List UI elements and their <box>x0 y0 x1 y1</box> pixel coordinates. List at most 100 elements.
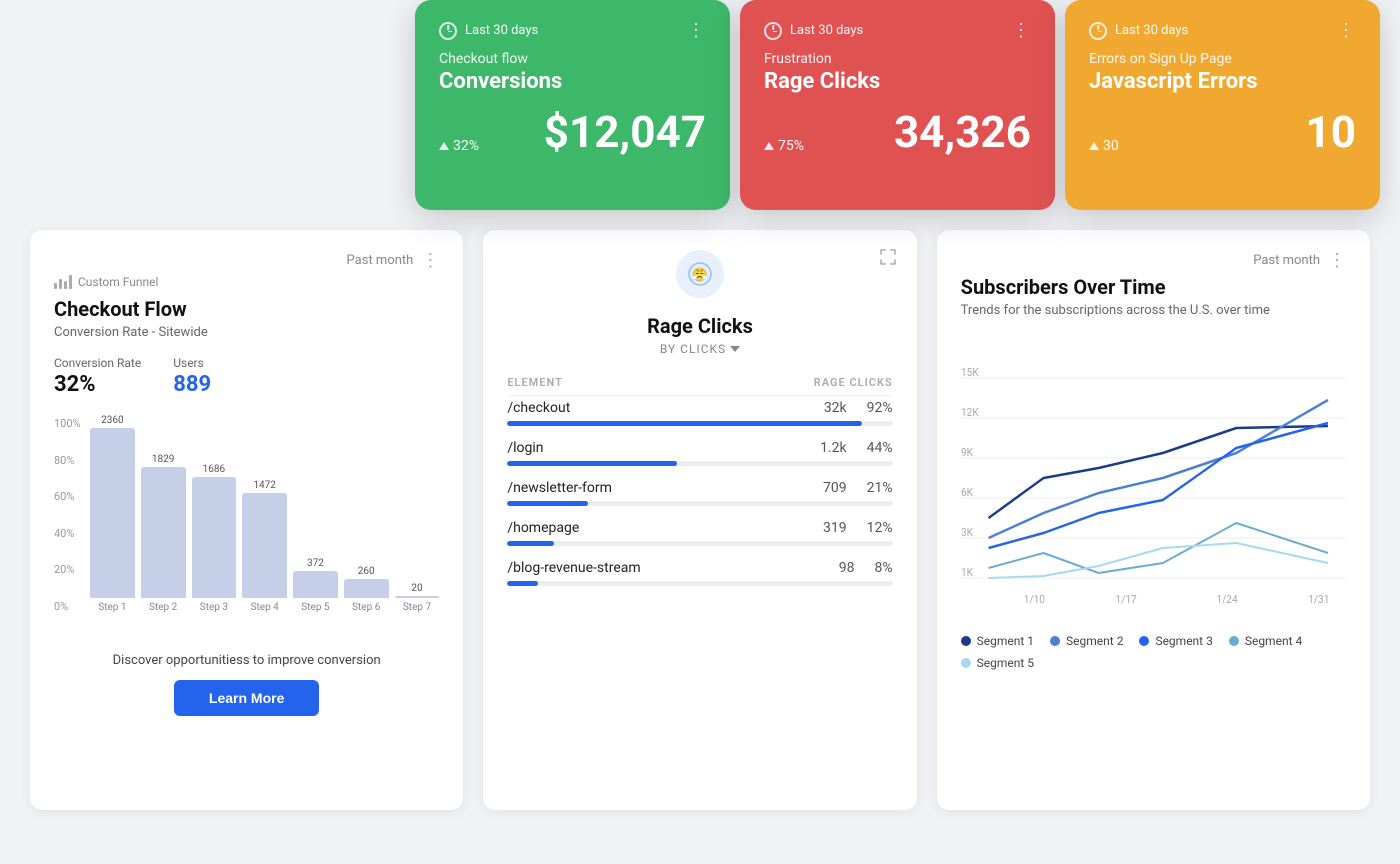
checkout-flow-panel: Past month ⋮ Custom Funnel Checkout Flow… <box>30 230 463 810</box>
rage-clicks-card: Last 30 days ⋮ Frustration Rage Clicks 7… <box>740 0 1055 210</box>
rage-rows-container: /checkout 32k 92% /login 1.2k 44% <box>507 400 892 586</box>
conversions-card: Last 30 days ⋮ Checkout flow Conversions… <box>415 0 730 210</box>
panel-icon-row: Custom Funnel <box>54 275 439 289</box>
conversion-rate-label: Conversion Rate <box>54 356 141 370</box>
rage-row-data: /newsletter-form 709 21% <box>507 480 892 496</box>
chevron-down-icon <box>730 346 740 352</box>
card-subtitle: Checkout flow <box>439 51 706 67</box>
card-subtitle: Errors on Sign Up Page <box>1089 51 1356 67</box>
bar-group: 372 Step 5 <box>293 558 338 613</box>
rage-icon-area: 😤 <box>507 250 892 304</box>
legend-item: Segment 2 <box>1050 634 1123 648</box>
by-clicks-filter[interactable]: BY CLICKS <box>507 342 892 356</box>
bottom-panel-cards: Past month ⋮ Custom Funnel Checkout Flow… <box>30 230 1370 810</box>
svg-text:1/31: 1/31 <box>1308 593 1329 607</box>
rage-pct: 8% <box>875 560 893 576</box>
rage-row-data: /checkout 32k 92% <box>507 400 892 416</box>
legend-dot <box>961 636 971 646</box>
learn-more-button[interactable]: Learn More <box>174 680 319 716</box>
svg-text:6K: 6K <box>961 486 973 500</box>
js-errors-card: Last 30 days ⋮ Errors on Sign Up Page Ja… <box>1065 0 1380 210</box>
element-col-header: ELEMENT <box>507 376 563 389</box>
svg-text:15K: 15K <box>961 366 979 380</box>
rage-bar-track <box>507 581 892 586</box>
panel-more-icon[interactable]: ⋮ <box>421 250 439 271</box>
legend-dot <box>961 658 971 668</box>
rage-pct: 12% <box>867 520 893 536</box>
panel-more-icon[interactable]: ⋮ <box>1328 250 1346 271</box>
more-options-icon[interactable]: ⋮ <box>1012 20 1031 41</box>
card-value-row: 30 10 <box>1089 110 1356 154</box>
rage-panel-title: Rage Clicks <box>507 314 892 338</box>
arrow-up-icon <box>439 142 449 150</box>
svg-text:1/24: 1/24 <box>1216 593 1237 607</box>
card-change: 32% <box>439 138 479 154</box>
users-value: 889 <box>173 372 211 397</box>
card-value-row: 32% $12,047 <box>439 110 706 154</box>
cta-text: Discover opportunitiess to improve conve… <box>54 653 439 668</box>
bar <box>192 477 237 598</box>
rage-pct: 92% <box>867 400 893 416</box>
more-options-icon[interactable]: ⋮ <box>1337 20 1356 41</box>
bar-value-label: 372 <box>307 558 324 569</box>
rage-element-path: /checkout <box>507 400 570 416</box>
bar-value-label: 1829 <box>152 454 174 465</box>
users-metric: Users 889 <box>173 356 211 397</box>
fullscreen-icon[interactable] <box>879 248 897 266</box>
legend-item: Segment 4 <box>1229 634 1302 648</box>
card-big-value: 34,326 <box>894 110 1031 154</box>
rage-element-path: /newsletter-form <box>507 480 612 496</box>
rage-count: 709 <box>823 480 847 496</box>
bar-group: 2360Step 1 <box>90 415 135 613</box>
bar <box>293 571 338 598</box>
bar-group: 1686Step 3 <box>192 464 237 613</box>
chart-legend: Segment 1 Segment 2 Segment 3 Segment 4 … <box>961 634 1346 670</box>
rage-row: /homepage 319 12% <box>507 520 892 546</box>
rage-right: 98 8% <box>839 560 893 576</box>
rage-row: /newsletter-form 709 21% <box>507 480 892 506</box>
checkout-metrics-row: Conversion Rate 32% Users 889 <box>54 356 439 397</box>
legend-label: Segment 4 <box>1245 634 1302 648</box>
card-title: Javascript Errors <box>1089 69 1356 94</box>
top-metric-cards: Last 30 days ⋮ Checkout flow Conversions… <box>415 0 1390 210</box>
more-options-icon[interactable]: ⋮ <box>687 20 706 41</box>
bar-x-label: Step 5 <box>301 602 329 613</box>
rage-bar-fill <box>507 501 588 506</box>
line-chart-container: 15K 12K 9K 6K 3K 1K 1/10 1/17 1/24 1/31 <box>961 338 1346 618</box>
checkout-panel-subtitle: Conversion Rate - Sitewide <box>54 325 439 340</box>
rage-row: /blog-revenue-stream 98 8% <box>507 560 892 586</box>
subscribers-panel: Past month ⋮ Subscribers Over Time Trend… <box>937 230 1370 810</box>
card-change-value: 32% <box>453 138 479 154</box>
card-header: Last 30 days ⋮ <box>764 20 1031 41</box>
subscribers-subtitle: Trends for the subscriptions across the … <box>961 303 1346 318</box>
rage-bar-fill <box>507 581 538 586</box>
rage-bar-fill <box>507 421 862 426</box>
y-axis-labels: 100% 80% 60% 40% 20% 0% <box>54 417 86 613</box>
card-big-value: $12,047 <box>544 110 706 154</box>
bar-value-label: 260 <box>358 566 375 577</box>
clock-icon <box>439 22 457 40</box>
legend-dot <box>1139 636 1149 646</box>
card-value-row: 75% 34,326 <box>764 110 1031 154</box>
bar <box>395 596 440 598</box>
funnel-bar-chart: 100% 80% 60% 40% 20% 0% 2360Step 1 1829 St… <box>54 417 439 637</box>
bar-group: 1472Step 4 <box>242 480 287 613</box>
rage-bar-fill <box>507 461 677 466</box>
svg-text:1/10: 1/10 <box>1023 593 1044 607</box>
rage-pct: 21% <box>867 480 893 496</box>
card-change: 75% <box>764 138 804 154</box>
clock-icon <box>1089 22 1107 40</box>
legend-item: Segment 5 <box>961 656 1034 670</box>
rage-right: 709 21% <box>823 480 893 496</box>
bar-group: 20Step 7 <box>395 583 440 613</box>
fullscreen-area <box>879 248 897 270</box>
bar-x-label: Step 7 <box>403 602 431 613</box>
rage-element-path: /blog-revenue-stream <box>507 560 640 576</box>
svg-text:12K: 12K <box>961 406 979 420</box>
panel-date: Past month <box>347 253 414 268</box>
rage-row-data: /blog-revenue-stream 98 8% <box>507 560 892 576</box>
legend-item: Segment 1 <box>961 634 1034 648</box>
card-big-value: 10 <box>1306 110 1357 154</box>
rage-element-path: /homepage <box>507 520 579 536</box>
rage-element-path: /login <box>507 440 543 456</box>
